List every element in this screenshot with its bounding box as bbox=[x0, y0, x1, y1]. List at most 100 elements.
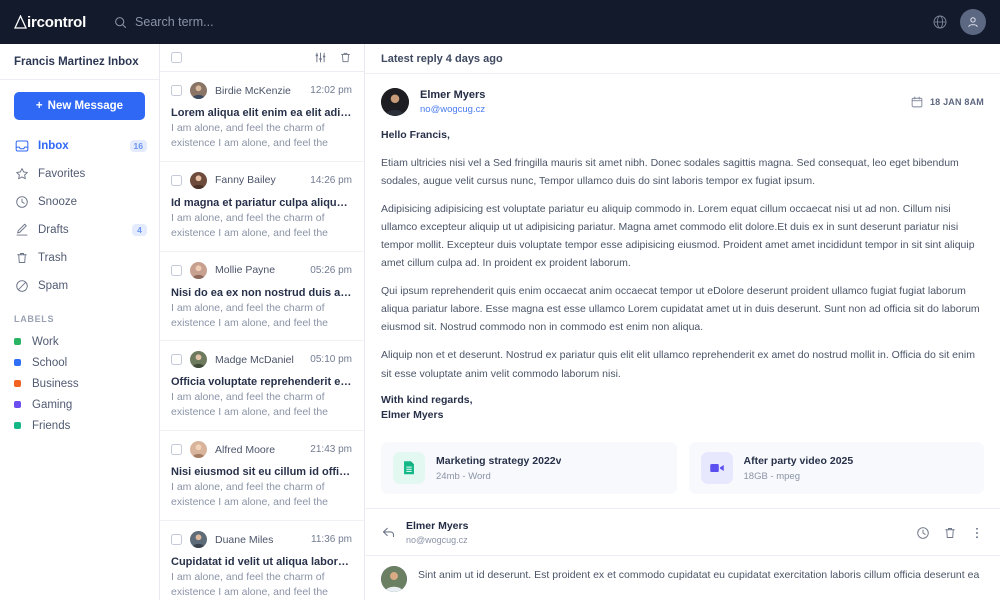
attachment-card[interactable]: After party video 2025 18GB - mpeg bbox=[688, 442, 984, 495]
ban-icon bbox=[14, 279, 29, 294]
timestamp: 05:26 pm bbox=[310, 264, 352, 276]
row-checkbox[interactable] bbox=[171, 85, 182, 96]
paragraph: Adipisicing adipisicing est voluptate pa… bbox=[381, 203, 975, 270]
labels-header: LABELS bbox=[14, 314, 55, 324]
attachment-name: After party video 2025 bbox=[743, 454, 854, 467]
select-all-checkbox[interactable] bbox=[171, 52, 182, 63]
list-tool-buttons bbox=[314, 51, 352, 64]
sidebar-item-label: Spam bbox=[38, 280, 69, 292]
calendar-icon bbox=[911, 96, 923, 108]
topbar-actions bbox=[932, 0, 986, 44]
clock-icon[interactable] bbox=[916, 526, 930, 540]
sidebar-item-drafts[interactable]: Drafts 4 bbox=[0, 216, 159, 244]
trash-icon bbox=[14, 251, 29, 266]
label-item-gaming[interactable]: Gaming bbox=[0, 394, 159, 415]
email-list-scroll[interactable]: Birdie McKenzie 12:02 pm Lorem aliqua el… bbox=[160, 72, 364, 600]
trash-icon[interactable] bbox=[339, 51, 352, 64]
list-item[interactable]: Mollie Payne 05:26 pm Nisi do ea ex non … bbox=[160, 252, 364, 342]
label-text: Friends bbox=[32, 419, 71, 432]
sidebar-item-trash[interactable]: Trash bbox=[0, 244, 159, 272]
list-item-header: Birdie McKenzie 12:02 pm bbox=[171, 82, 352, 99]
trash-icon[interactable] bbox=[943, 526, 957, 540]
reply-arrow-icon[interactable] bbox=[381, 525, 397, 540]
list-item[interactable]: Birdie McKenzie 12:02 pm Lorem aliqua el… bbox=[160, 72, 364, 162]
attachment-meta: 18GB - mpeg bbox=[743, 470, 801, 482]
label-color-dot bbox=[14, 359, 21, 366]
star-icon bbox=[14, 167, 29, 182]
label-text: Business bbox=[32, 377, 79, 390]
clock-icon bbox=[14, 195, 29, 210]
latest-reply-label: Latest reply 4 days ago bbox=[381, 52, 503, 65]
pencil-square-icon bbox=[14, 223, 29, 238]
list-item[interactable]: Duane Miles 11:36 pm Cupidatat id velit … bbox=[160, 521, 364, 600]
sidebar-item-inbox[interactable]: Inbox 16 bbox=[0, 132, 159, 160]
avatar[interactable] bbox=[960, 9, 986, 35]
list-item-header: Fanny Bailey 14:26 pm bbox=[171, 171, 352, 189]
label-item-business[interactable]: Business bbox=[0, 373, 159, 394]
label-item-school[interactable]: School bbox=[0, 352, 159, 373]
row-checkbox[interactable] bbox=[171, 444, 182, 456]
app-logo[interactable]: ircontrol bbox=[14, 14, 86, 31]
reply-actions bbox=[916, 526, 984, 540]
email-reader-panel: Latest reply 4 days ago Elmer Myers no@w… bbox=[365, 44, 1000, 600]
attachment-card[interactable]: Marketing strategy 2022v 24mb - Word bbox=[381, 442, 677, 495]
sender-name: Mollie Payne bbox=[215, 264, 276, 277]
list-item[interactable]: Alfred Moore 21:43 pm Nisi eiusmod sit e… bbox=[160, 431, 364, 522]
app-logo-text: ircontrol bbox=[27, 13, 87, 31]
list-item[interactable]: Madge McDaniel 05:10 pm Officia voluptat… bbox=[160, 341, 364, 432]
reply-message-body: Sint anim ut id deserunt. Est proident e… bbox=[365, 555, 1000, 593]
new-message-button[interactable]: + New Message bbox=[14, 92, 145, 120]
sidebar-item-snooze[interactable]: Snooze bbox=[0, 188, 159, 216]
avatar bbox=[190, 441, 207, 459]
search-box[interactable] bbox=[114, 15, 396, 29]
sidebar-item-spam[interactable]: Spam bbox=[0, 272, 159, 300]
search-icon bbox=[114, 16, 127, 29]
closing: With kind regards, bbox=[381, 393, 473, 406]
reader-scroll[interactable]: Elmer Myers no@wogcug.cz 18 JAN 8AM Hell… bbox=[365, 74, 1000, 600]
timestamp: 21:43 pm bbox=[310, 444, 352, 456]
paragraph: Etiam ultricies nisi vel a Sed fringilla… bbox=[381, 157, 959, 188]
sliders-icon[interactable] bbox=[314, 51, 327, 64]
avatar bbox=[381, 566, 407, 593]
label-text: Gaming bbox=[32, 398, 73, 411]
greeting: Hello Francis, bbox=[381, 129, 450, 141]
message-sender: Elmer Myers no@wogcug.cz bbox=[420, 89, 485, 115]
avatar bbox=[190, 531, 207, 549]
avatar bbox=[190, 351, 207, 369]
row-checkbox[interactable] bbox=[171, 264, 182, 276]
sender-name: Madge McDaniel bbox=[215, 353, 294, 366]
sidebar-item-label: Trash bbox=[38, 252, 67, 264]
sender-name: Fanny Bailey bbox=[215, 174, 276, 187]
new-message-container: + New Message bbox=[0, 80, 159, 128]
attachment-meta: 24mb - Word bbox=[436, 470, 491, 482]
attachment-info: Marketing strategy 2022v 24mb - Word bbox=[436, 455, 561, 482]
top-navigation-bar: ircontrol bbox=[0, 0, 1000, 44]
row-checkbox[interactable] bbox=[171, 354, 182, 366]
row-checkbox[interactable] bbox=[171, 534, 182, 546]
label-item-work[interactable]: Work bbox=[0, 331, 159, 352]
page-title: Francis Martinez Inbox bbox=[14, 55, 139, 68]
preview: I am alone, and feel the charm of existe… bbox=[171, 571, 329, 598]
main-body: Francis Martinez Inbox + New Message Inb… bbox=[0, 44, 1000, 600]
sidebar-item-favorites[interactable]: Favorites bbox=[0, 160, 159, 188]
sidebar-header: Francis Martinez Inbox bbox=[0, 44, 159, 80]
avatar bbox=[190, 261, 207, 279]
sender-email: no@wogcug.cz bbox=[406, 535, 468, 546]
labels-list: Work School Business Gaming Friends bbox=[0, 331, 159, 436]
video-camera-icon bbox=[700, 452, 733, 485]
label-item-friends[interactable]: Friends bbox=[0, 415, 159, 436]
plus-icon: + bbox=[35, 100, 43, 112]
avatar bbox=[190, 171, 207, 189]
globe-icon[interactable] bbox=[932, 14, 948, 30]
sender-email[interactable]: no@wogcug.cz bbox=[420, 104, 485, 115]
message-header: Elmer Myers no@wogcug.cz 18 JAN 8AM bbox=[365, 74, 1000, 126]
more-vertical-icon[interactable] bbox=[970, 526, 984, 540]
label-color-dot bbox=[14, 380, 21, 387]
timestamp: 12:02 pm bbox=[310, 85, 352, 96]
sender-name: Duane Miles bbox=[215, 533, 274, 546]
list-item[interactable]: Fanny Bailey 14:26 pm Id magna et pariat… bbox=[160, 162, 364, 252]
drafts-badge: 4 bbox=[132, 223, 147, 237]
search-input[interactable] bbox=[135, 15, 396, 29]
reply-sender: Elmer Myers no@wogcug.cz bbox=[406, 520, 468, 545]
row-checkbox[interactable] bbox=[171, 174, 182, 186]
